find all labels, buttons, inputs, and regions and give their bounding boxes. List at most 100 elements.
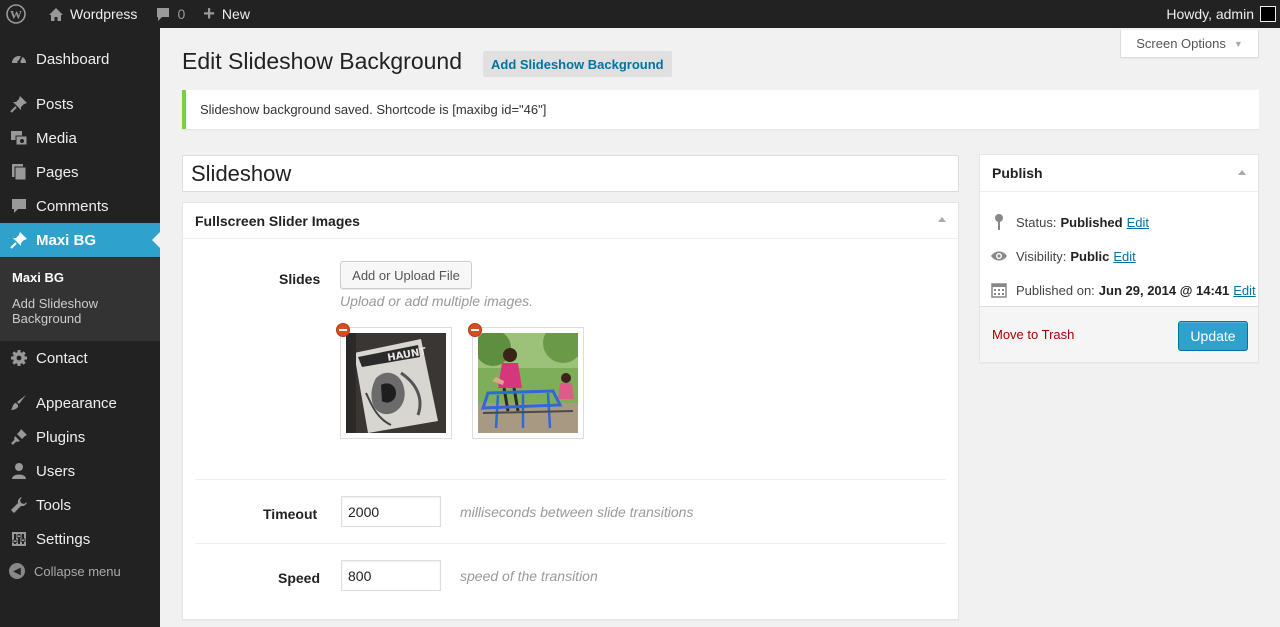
pin-icon	[9, 94, 29, 114]
timeout-description: milliseconds between slide transitions	[460, 504, 694, 520]
remove-slide-icon[interactable]	[336, 323, 350, 337]
publish-box: Publish Status: Published Edit Visibilit…	[979, 154, 1259, 363]
sidebar-item-contact[interactable]: Contact	[0, 341, 160, 375]
user-icon	[9, 461, 29, 481]
my-account-menu[interactable]: Howdy, admin	[1158, 0, 1280, 28]
edit-visibility-link[interactable]: Edit	[1113, 249, 1135, 264]
eye-icon	[990, 247, 1008, 265]
update-button[interactable]: Update	[1178, 321, 1248, 351]
wordpress-logo-menu[interactable]: W	[0, 0, 34, 28]
slide-image	[478, 333, 578, 433]
move-to-trash-link[interactable]: Move to Trash	[992, 327, 1074, 342]
pin-icon	[990, 213, 1008, 231]
slide-image: HAUNT	[346, 333, 446, 433]
svg-text:W: W	[10, 8, 22, 22]
published-on-label: Published on:	[1016, 282, 1095, 298]
admin-bar: W Wordpress 0 + New Howdy, admin	[0, 0, 1280, 28]
slide-thumbnail[interactable]	[472, 327, 584, 439]
page-title: Edit Slideshow Background	[182, 48, 462, 74]
sidebar-item-label: Contact	[36, 349, 88, 367]
sidebar-item-label: Comments	[36, 197, 109, 215]
brush-icon	[9, 393, 29, 413]
sidebar-item-label: Pages	[36, 163, 79, 181]
plus-icon: +	[203, 2, 215, 25]
site-name: Wordpress	[70, 6, 138, 22]
sidebar-item-label: Appearance	[36, 394, 117, 412]
published-on-value: Jun 29, 2014 @ 14:41	[1098, 282, 1230, 298]
new-label: New	[221, 6, 250, 22]
sidebar-item-label: Dashboard	[36, 50, 110, 68]
submenu-item-add-slideshow-background[interactable]: Add Slideshow Background	[12, 296, 112, 326]
sidebar-item-tools[interactable]: Tools	[0, 488, 160, 522]
divider	[195, 479, 946, 480]
comments-count: 0	[177, 6, 186, 22]
upload-hint: Upload or add multiple images.	[340, 293, 533, 309]
sidebar-item-label: Posts	[36, 95, 74, 113]
edit-date-link[interactable]: Edit	[1233, 283, 1255, 298]
remove-slide-icon[interactable]	[468, 323, 482, 337]
status-value: Published	[1060, 214, 1123, 230]
sidebar-item-appearance[interactable]: Appearance	[0, 386, 160, 420]
add-new-button[interactable]: Add Slideshow Background	[483, 51, 672, 77]
avatar	[1260, 6, 1276, 22]
slider-images-metabox: Fullscreen Slider Images Slides Add or U…	[182, 202, 959, 620]
sidebar-item-pages[interactable]: Pages	[0, 155, 160, 189]
media-icon	[9, 128, 29, 148]
publish-actions: Move to Trash Update	[980, 306, 1258, 362]
sidebar-item-media[interactable]: Media	[0, 121, 160, 155]
publish-title: Publish	[992, 165, 1043, 181]
sidebar-item-label: Tools	[36, 496, 72, 514]
comments-menu[interactable]: 0	[145, 0, 193, 28]
wrench-icon	[9, 495, 29, 515]
post-title-input[interactable]: Slideshow	[182, 155, 959, 192]
calendar-icon	[990, 281, 1008, 299]
speed-description: speed of the transition	[460, 568, 598, 584]
published-on-row: Published on: Jun 29, 2014 @ 14:41 Edit	[990, 281, 1256, 299]
new-content-menu[interactable]: + New	[193, 0, 258, 28]
sidebar-item-posts[interactable]: Posts	[0, 87, 160, 121]
home-icon	[48, 7, 64, 22]
screen-options-button[interactable]: Screen Options ▼	[1120, 30, 1259, 58]
speed-input[interactable]: 800	[341, 560, 441, 591]
plug-icon	[9, 427, 29, 447]
slide-thumbnail[interactable]: HAUNT	[340, 327, 452, 439]
submenu-item-maxi-bg[interactable]: Maxi BG	[12, 270, 64, 285]
caret-down-icon: ▼	[1233, 38, 1243, 49]
notice-text: Slideshow background saved. Shortcode is…	[200, 102, 547, 117]
sidebar-item-maxi-bg[interactable]: Maxi BG	[0, 223, 160, 257]
pages-icon	[9, 162, 29, 182]
add-upload-file-button[interactable]: Add or Upload File	[340, 261, 472, 289]
edit-status-link[interactable]: Edit	[1127, 215, 1149, 230]
gear-icon	[9, 348, 29, 368]
metabox-toggle-icon[interactable]	[938, 217, 946, 222]
collapse-arrow-icon: ◀	[9, 563, 25, 579]
screen-options-label: Screen Options	[1136, 36, 1226, 51]
sidebar-item-plugins[interactable]: Plugins	[0, 420, 160, 454]
collapse-menu-label: Collapse menu	[34, 563, 121, 579]
maxi-bg-submenu: Maxi BG Add Slideshow Background	[0, 258, 160, 341]
admin-sidebar: Dashboard Posts Media Pages Comments Max…	[0, 28, 160, 627]
sliders-icon	[9, 529, 29, 549]
publish-toggle-icon[interactable]	[1238, 170, 1246, 175]
timeout-input[interactable]: 2000	[341, 496, 441, 527]
updated-notice: Slideshow background saved. Shortcode is…	[182, 90, 1259, 129]
collapse-menu-button[interactable]: ◀ Collapse menu	[9, 563, 121, 579]
sidebar-item-dashboard[interactable]: Dashboard	[0, 42, 160, 76]
publish-header[interactable]: Publish	[980, 155, 1258, 192]
metabox-header[interactable]: Fullscreen Slider Images	[183, 203, 958, 239]
timeout-label: Timeout	[263, 506, 318, 522]
sidebar-item-label: Users	[36, 462, 76, 480]
site-name-menu[interactable]: Wordpress	[34, 0, 145, 28]
sidebar-item-comments[interactable]: Comments	[0, 189, 160, 223]
wordpress-logo-icon: W	[6, 4, 26, 24]
slides-label: Slides	[279, 271, 321, 287]
sidebar-item-label: Maxi BG	[36, 231, 97, 249]
sidebar-item-label: Media	[36, 129, 77, 147]
comment-icon	[9, 196, 29, 216]
sidebar-item-users[interactable]: Users	[0, 454, 160, 488]
sidebar-item-settings[interactable]: Settings	[0, 522, 160, 556]
howdy-text: Howdy, admin	[1166, 6, 1254, 22]
post-status-row: Status: Published Edit	[990, 213, 1149, 231]
status-label: Status:	[1016, 214, 1057, 230]
pin-icon	[9, 230, 29, 250]
